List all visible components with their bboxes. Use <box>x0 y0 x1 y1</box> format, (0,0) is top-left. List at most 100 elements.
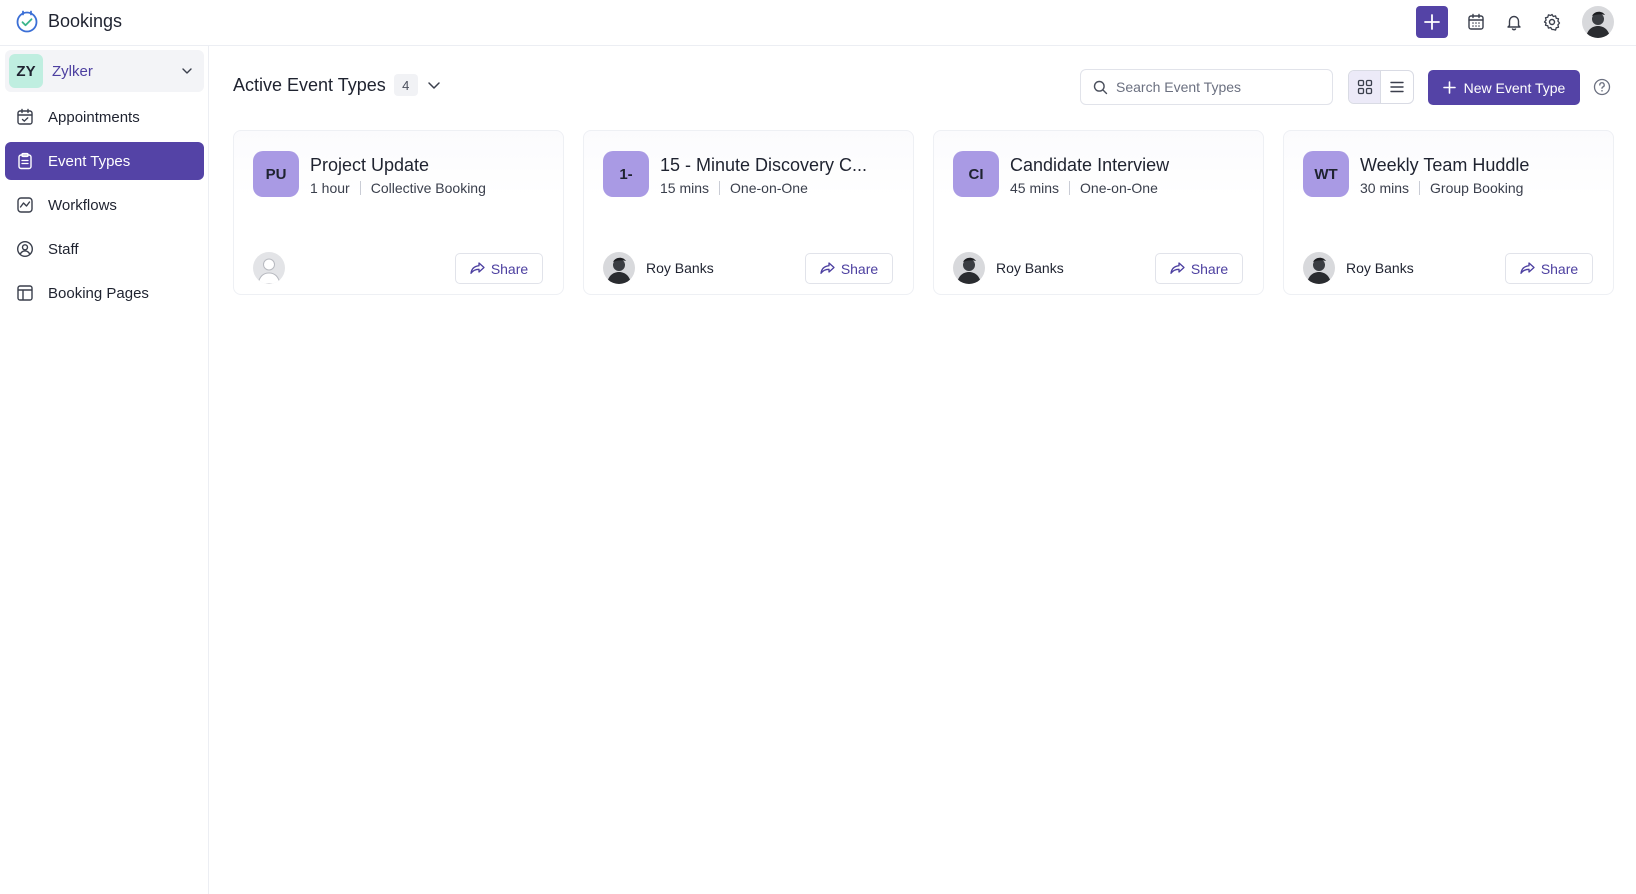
share-icon <box>820 262 835 274</box>
share-label: Share <box>490 260 529 277</box>
sidebar-item-label: Booking Pages <box>48 284 149 302</box>
view-toggle <box>1348 70 1414 104</box>
page-header: Active Event Types 4 <box>233 74 442 96</box>
count-badge: 4 <box>393 74 418 96</box>
event-type-card[interactable]: 1- 15 - Minute Discovery C... 15 mins On… <box>583 130 914 295</box>
share-icon <box>1520 262 1535 274</box>
share-button[interactable]: Share <box>805 253 893 284</box>
event-title: Project Update <box>310 155 430 175</box>
new-event-type-button[interactable]: New Event Type <box>1428 70 1580 105</box>
meta-divider <box>359 181 361 195</box>
clipboard-icon <box>16 152 34 170</box>
notifications-button[interactable] <box>1502 10 1526 34</box>
brand[interactable]: Bookings <box>14 8 122 34</box>
event-duration: 1 hour <box>310 180 350 196</box>
top-actions <box>1416 6 1614 38</box>
share-label: Share <box>840 260 879 277</box>
event-owner <box>253 252 296 284</box>
sidebar-item-label: Event Types <box>48 152 131 170</box>
event-duration: 45 mins <box>1010 180 1060 196</box>
org-badge: ZY <box>9 54 43 88</box>
event-type-card[interactable]: WT Weekly Team Huddle 30 mins Group Book… <box>1283 130 1614 295</box>
meta-divider <box>1419 181 1421 195</box>
page-title: Active Event Types <box>233 74 386 95</box>
event-kind: One-on-One <box>730 180 808 196</box>
event-kind: One-on-One <box>1080 180 1158 196</box>
event-badge: CI <box>953 151 999 197</box>
share-label: Share <box>1540 260 1579 277</box>
user-avatar-icon <box>603 252 635 284</box>
app-title: Bookings <box>48 10 123 31</box>
calendar-check-icon <box>16 108 34 126</box>
user-circle-icon <box>16 240 34 258</box>
owner-name: Roy Banks <box>1346 260 1414 276</box>
new-event-type-label: New Event Type <box>1463 79 1566 96</box>
gear-icon <box>1543 13 1561 31</box>
sidebar-item-event-types[interactable]: Event Types <box>5 142 204 180</box>
meta-divider <box>719 181 721 195</box>
sidebar-item-label: Appointments <box>48 108 140 126</box>
calendar-button[interactable] <box>1464 10 1488 34</box>
share-button[interactable]: Share <box>1155 253 1243 284</box>
owner-avatar <box>953 252 985 284</box>
owner-name: Roy Banks <box>646 260 714 276</box>
owner-avatar <box>1303 252 1335 284</box>
chevron-down-icon <box>182 68 192 74</box>
search-icon <box>1093 80 1108 94</box>
owner-name: Roy Banks <box>996 260 1064 276</box>
event-type-card[interactable]: PU Project Update 1 hour Collective Book… <box>233 130 564 295</box>
event-owner: Roy Banks <box>1303 252 1414 284</box>
event-meta: 45 mins One-on-One <box>1010 180 1158 196</box>
owner-avatar <box>253 252 285 284</box>
share-label: Share <box>1190 260 1229 277</box>
org-switcher[interactable]: ZY Zylker <box>5 50 204 92</box>
calendar-icon <box>1468 13 1484 30</box>
top-bar: Bookings <box>0 0 1636 46</box>
quick-add-button[interactable] <box>1416 6 1448 38</box>
event-title: 15 - Minute Discovery C... <box>660 155 868 175</box>
bookings-logo-icon <box>16 10 38 33</box>
event-meta: 15 mins One-on-One <box>660 180 808 196</box>
event-meta: 30 mins Group Booking <box>1360 180 1523 196</box>
event-owner: Roy Banks <box>953 252 1064 284</box>
grid-icon <box>1357 79 1372 95</box>
meta-divider <box>1069 181 1071 195</box>
plus-icon <box>1424 14 1440 30</box>
help-icon[interactable] <box>1593 78 1611 96</box>
event-type-card[interactable]: CI Candidate Interview 45 mins One-on-On… <box>933 130 1264 295</box>
search-box[interactable] <box>1080 69 1333 105</box>
list-icon <box>1390 81 1404 93</box>
bell-icon <box>1507 15 1521 31</box>
event-meta: 1 hour Collective Booking <box>310 180 486 196</box>
list-view-button[interactable] <box>1381 71 1413 103</box>
user-placeholder-icon <box>253 252 285 284</box>
settings-button[interactable] <box>1540 10 1564 34</box>
owner-avatar <box>603 252 635 284</box>
user-avatar-icon <box>953 252 985 284</box>
chevron-down-icon[interactable] <box>426 77 442 93</box>
event-title: Weekly Team Huddle <box>1360 155 1530 175</box>
grid-view-button[interactable] <box>1349 71 1382 103</box>
event-type-cards: PU Project Update 1 hour Collective Book… <box>233 130 1614 295</box>
profile-avatar[interactable] <box>1582 6 1614 38</box>
sidebar-item-appointments[interactable]: Appointments <box>5 98 204 136</box>
event-title: Candidate Interview <box>1010 155 1170 175</box>
sidebar-item-staff[interactable]: Staff <box>5 230 204 268</box>
share-button[interactable]: Share <box>455 253 543 284</box>
sidebar-item-workflows[interactable]: Workflows <box>5 186 204 224</box>
event-duration: 30 mins <box>1360 180 1410 196</box>
plus-icon <box>1442 81 1456 94</box>
event-kind: Group Booking <box>1430 180 1524 196</box>
user-avatar-icon <box>1303 252 1335 284</box>
search-input[interactable] <box>1116 79 1316 95</box>
layout-icon <box>16 284 34 302</box>
event-badge: 1- <box>603 151 649 197</box>
event-badge: PU <box>253 151 299 197</box>
sidebar-item-booking-pages[interactable]: Booking Pages <box>5 274 204 312</box>
sidebar-item-label: Staff <box>48 240 79 258</box>
share-icon <box>470 262 485 274</box>
share-button[interactable]: Share <box>1505 253 1593 284</box>
workflow-icon <box>16 196 34 214</box>
event-owner: Roy Banks <box>603 252 714 284</box>
sidebar-nav: Appointments Event Types Workflows Staff… <box>5 98 204 318</box>
